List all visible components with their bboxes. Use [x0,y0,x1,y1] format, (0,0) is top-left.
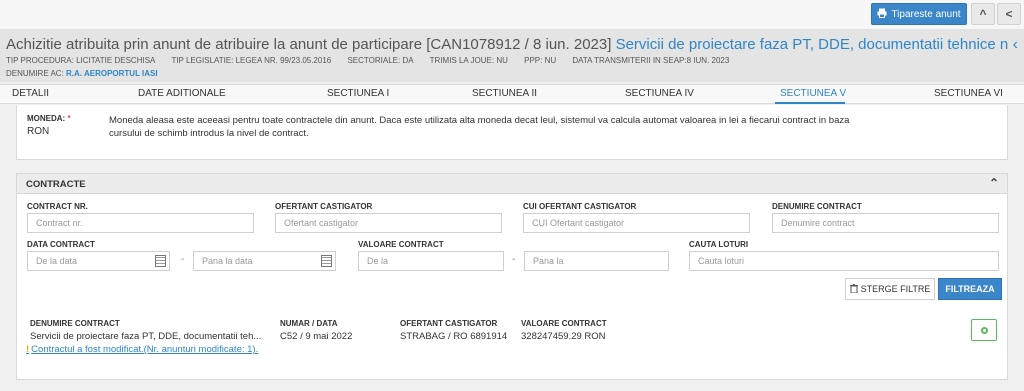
tab-date-aditionale[interactable]: DATE ADITIONALE [138,88,226,99]
print-announcement-button[interactable]: Tipareste anunt [871,3,967,25]
section-tabs: DETALII DATE ADITIONALE SECTIUNEA I SECT… [0,84,1024,104]
filter-valoare-from-input[interactable]: De la [358,251,504,271]
meta-legislation-type: TIP LEGISLATIE: LEGEA NR. 99/23.05.2016 [171,56,332,65]
contracting-authority: DENUMIRE AC: R.A. AEROPORTUL IASI [6,69,158,78]
contracts-panel: CONTRACTE ⌃ CONTRACT NR. Contract nr. OF… [16,173,1008,380]
meta-ppp: PPP: NU [524,56,557,65]
filter-valoare-label: VALOARE CONTRACT [358,240,444,249]
page-title: Achizitie atribuita prin anunt de atribu… [6,36,1008,53]
tab-sectiunea-ii[interactable]: SECTIUNEA II [472,88,537,99]
print-announcement-label: Tipareste anunt [891,8,961,20]
range-dash: - [181,254,185,265]
contracts-title: CONTRACTE [26,179,86,190]
row-numar-data: C52 / 9 mai 2022 [280,331,353,342]
clear-filters-label: STERGE FILTRE [860,284,931,294]
filter-ofertant-input[interactable]: Ofertant castigator [275,213,502,233]
filter-button[interactable]: FILTREAZA [938,278,1002,300]
tab-sectiunea-v[interactable]: SECTIUNEA V [780,88,846,99]
required-mark: * [67,114,71,123]
col-ofertant-header: OFERTANT CASTIGATOR [400,319,498,328]
contract-modified-link[interactable]: ! Contractul a fost modificat.(Nr. anuntu… [26,344,258,355]
row-valoare: 328247459.29 RON [521,331,606,342]
row-ofertant: STRABAG / RO 6891914 [400,331,508,342]
col-denumire-header: DENUMIRE CONTRACT [30,319,120,328]
more-button[interactable]: < [997,3,1021,25]
tab-sectiunea-iv[interactable]: SECTIUNEA IV [625,88,694,99]
authority-label: DENUMIRE AC: [6,69,64,78]
filter-loturi-input[interactable]: Cauta loturi [689,251,999,271]
currency-panel: MONEDA: * RON Moneda aleasa este aceeasi… [16,105,1008,160]
col-valoare-header: VALOARE CONTRACT [521,319,607,328]
meta-procedure-type: TIP PROCEDURA: LICITATIE DESCHISA [6,56,156,65]
view-contract-button[interactable] [971,319,997,341]
chevron-left-icon: < [1005,7,1013,21]
collapse-button[interactable]: ^ [971,3,995,25]
procedure-meta: TIP PROCEDURA: LICITATIE DESCHISA TIP LE… [6,56,743,65]
tab-sectiunea-vi[interactable]: SECTIUNEA VI [934,88,1003,99]
chevron-up-icon: ^ [979,7,987,21]
filter-denumire-input[interactable]: Denumire contract [772,213,999,233]
top-bar: Tipareste anunt ^ < [0,0,1024,30]
row-denumire: Servicii de proiectare faza PT, DDE, doc… [30,331,262,342]
filter-contract-nr-label: CONTRACT NR. [27,202,88,211]
announcement-header: Achizitie atribuita prin anunt de atribu… [0,30,1024,82]
tab-detalii[interactable]: DETALII [12,88,49,99]
range-dash: - [512,254,516,265]
authority-name-link[interactable]: R.A. AEROPORTUL IASI [66,69,158,78]
filter-data-to-input[interactable]: Pana la data [193,251,336,271]
active-tab-indicator [775,102,845,104]
col-numar-data-header: NUMAR / DATA [280,319,338,328]
filter-valoare-to-input[interactable]: Pana la [524,251,669,271]
warning-icon: ! [26,344,30,355]
chevron-up-icon[interactable]: ⌃ [989,176,999,190]
printer-icon [877,8,887,21]
clear-filters-button[interactable]: STERGE FILTRE [845,278,935,300]
tab-sectiunea-i[interactable]: SECTIUNEA I [327,88,389,99]
contracts-panel-header[interactable]: CONTRACTE ⌃ [17,174,1007,194]
filter-ofertant-label: OFERTANT CASTIGATOR [275,202,373,211]
filter-data-label: DATA CONTRACT [27,240,95,249]
title-prefix: Achizitie atribuita prin anunt de atribu… [6,36,612,53]
meta-sectorial: SECTORIALE: DA [347,56,414,65]
filter-data-from-input[interactable]: De la data [27,251,170,271]
title-link[interactable]: Servicii de proiectare faza PT, DDE, doc… [616,36,1008,53]
chevron-left-icon[interactable]: ‹ [1013,36,1018,54]
currency-description: Moneda aleasa este aceeasi pentru toate … [109,115,850,139]
calendar-icon[interactable] [155,255,166,267]
calendar-icon[interactable] [321,255,332,267]
currency-label: MONEDA: * [27,114,71,123]
currency-value: RON [27,126,50,137]
filter-denumire-label: DENUMIRE CONTRACT [772,202,862,211]
trash-icon [849,283,858,295]
filter-loturi-label: CAUTA LOTURI [689,240,749,249]
meta-transmission-date: DATA TRANSMITERII IN SEAP:8 IUN. 2023 [572,56,730,65]
filter-cui-label: CUI OFERTANT CASTIGATOR [523,202,637,211]
filter-contract-nr-input[interactable]: Contract nr. [27,213,254,233]
filter-cui-input[interactable]: CUI Ofertant castigator [523,213,750,233]
view-icon [980,326,988,334]
meta-sent-joue: TRIMIS LA JOUE: NU [429,56,508,65]
